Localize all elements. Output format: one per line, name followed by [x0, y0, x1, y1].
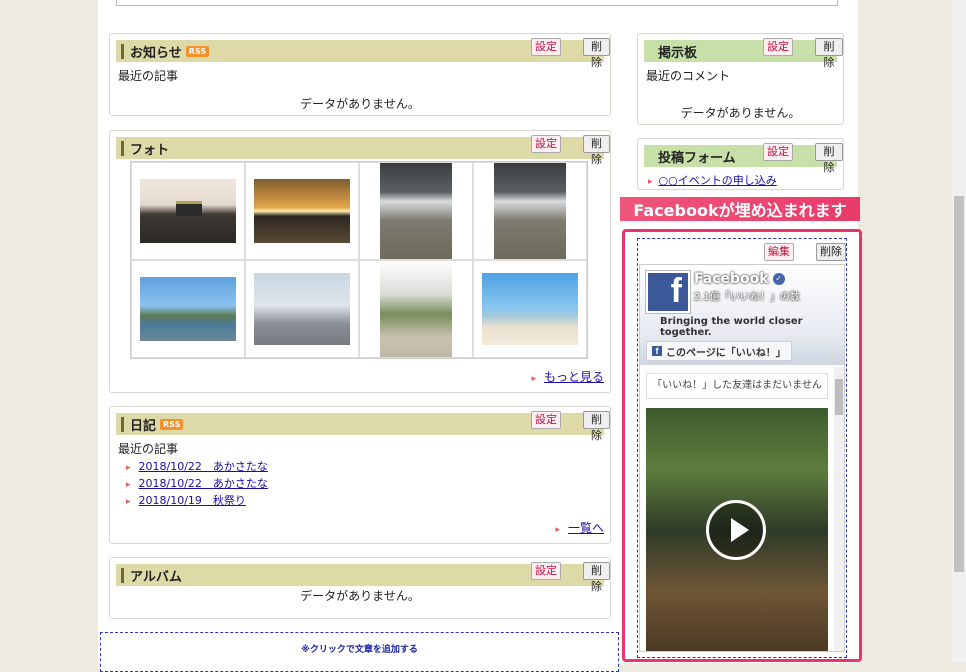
photo-thumbnail[interactable]: [254, 273, 350, 345]
top-box: [116, 0, 838, 6]
set-button[interactable]: 設定: [531, 135, 561, 153]
photo-thumbnail[interactable]: [140, 179, 236, 243]
photo-cell[interactable]: [245, 260, 359, 358]
diary-list: 2018/10/22 あかさたな 2018/10/22 あかさたな 2018/1…: [126, 459, 268, 510]
diary-link[interactable]: 2018/10/19 秋祭り: [139, 494, 246, 507]
photo-cell[interactable]: [359, 260, 473, 358]
header-bar: [121, 140, 124, 156]
header-bar: [121, 43, 124, 59]
photo-thumbnail[interactable]: [380, 261, 452, 357]
widget-title: 投稿フォーム: [658, 150, 736, 166]
facebook-logo-icon: f: [646, 271, 690, 313]
widget-album: アルバム 設定 削除 データがありません。: [109, 557, 611, 619]
delete-button[interactable]: 削除: [816, 243, 846, 261]
list-item: 2018/10/22 あかさたな: [126, 459, 268, 476]
facebook-page-plugin[interactable]: f Facebook ✓ 2.1億「いいね！」の数 Bringing the wo…: [639, 264, 845, 652]
widget-post-form: 投稿フォーム 設定 削除 ▸ ○○イベントの申し込み: [637, 138, 844, 190]
widget-title: お知らせ: [130, 45, 182, 61]
header-bar: [121, 416, 124, 432]
list-item: 2018/10/19 秋祭り: [126, 493, 268, 510]
facebook-scrollbar[interactable]: [834, 367, 844, 651]
photo-cell[interactable]: [473, 162, 587, 260]
empty-message: データがありません。: [300, 97, 420, 111]
widget-subtitle: 最近の記事: [118, 442, 179, 456]
header-bar: [121, 567, 124, 583]
photo-cell[interactable]: [359, 162, 473, 260]
facebook-tagline: Bringing the world closer together.: [660, 316, 803, 338]
set-button[interactable]: 設定: [763, 143, 793, 161]
set-button[interactable]: 設定: [531, 562, 561, 580]
widget-header: 投稿フォーム: [644, 145, 837, 167]
like-button-label: このページに「いいね！」: [666, 347, 786, 359]
widget-keijiban: 掲示板 設定 削除 最近のコメント データがありません。: [637, 33, 844, 125]
facebook-likes-count: 2.1億「いいね！」の数: [694, 292, 800, 303]
photo-cell[interactable]: [473, 260, 587, 358]
form-link[interactable]: ○○イベントの申し込み: [659, 174, 777, 187]
set-button[interactable]: 設定: [531, 411, 561, 429]
verified-icon: ✓: [772, 273, 785, 285]
facebook-icon: f: [652, 346, 662, 356]
annotation-label: Facebookが埋め込まれます: [620, 197, 860, 221]
photo-thumbnail[interactable]: [254, 179, 350, 243]
delete-button[interactable]: 削除: [583, 562, 610, 593]
set-button[interactable]: 設定: [763, 38, 793, 56]
delete-button[interactable]: 削除: [815, 38, 843, 69]
facebook-name-text: Facebook: [694, 271, 769, 287]
photo-cell[interactable]: [245, 162, 359, 260]
widget-subtitle: 最近の記事: [118, 69, 179, 83]
delete-button[interactable]: 削除: [583, 38, 610, 69]
list-item: 2018/10/22 あかさたな: [126, 476, 268, 493]
diary-link[interactable]: 2018/10/22 あかさたな: [139, 460, 268, 473]
rss-badge[interactable]: RSS: [185, 45, 210, 57]
widget-title: 掲示板: [658, 45, 698, 61]
scrollbar-thumb[interactable]: [835, 379, 843, 415]
empty-message: データがありません。: [300, 589, 420, 603]
empty-message: データがありません。: [680, 106, 801, 120]
delete-button[interactable]: 削除: [583, 135, 610, 166]
facebook-friends-box: 「いいね！」した友達はまだいません: [646, 373, 828, 399]
widget-title: フォト: [130, 142, 170, 158]
widget-diary: 日記 RSS 設定 削除 最近の記事 2018/10/22 あかさたな 2018…: [109, 406, 611, 544]
set-button[interactable]: 設定: [531, 38, 561, 56]
add-text-area[interactable]: ※クリックで文章を追加する: [100, 632, 619, 672]
photo-cell[interactable]: [131, 162, 245, 260]
widget-title: 日記: [130, 418, 157, 434]
form-link-row: ▸ ○○イベントの申し込み: [648, 172, 777, 188]
photo-thumbnail[interactable]: [482, 273, 578, 345]
facebook-page-name[interactable]: Facebook ✓: [694, 271, 785, 287]
photo-cell[interactable]: [131, 260, 245, 358]
facebook-video[interactable]: [646, 408, 828, 651]
photo-thumbnail[interactable]: [380, 163, 452, 259]
facebook-like-button[interactable]: f このページに「いいね！」: [646, 341, 792, 361]
widget-header: 掲示板: [644, 40, 837, 62]
facebook-highlight-frame: 編集 削除 f Facebook ✓ 2.1億「いいね！」の数 Bringing …: [622, 229, 862, 662]
play-icon[interactable]: [706, 500, 766, 560]
more-link[interactable]: もっと見る: [531, 368, 604, 385]
edit-button[interactable]: 編集: [764, 243, 794, 261]
diary-link[interactable]: 2018/10/22 あかさたな: [139, 477, 268, 490]
photo-grid: [130, 161, 588, 359]
delete-button[interactable]: 削除: [815, 143, 843, 174]
facebook-cover: f Facebook ✓ 2.1億「いいね！」の数 Bringing the wo…: [640, 265, 844, 365]
photo-thumbnail[interactable]: [140, 277, 236, 341]
widget-subtitle: 最近のコメント: [646, 69, 731, 83]
bullet-icon: ▸: [648, 177, 653, 187]
delete-button[interactable]: 削除: [583, 411, 610, 442]
rss-badge[interactable]: RSS: [160, 418, 184, 430]
widget-photo: フォト 設定 削除 もっと見る: [109, 130, 611, 393]
scrollbar-thumb[interactable]: [954, 196, 964, 572]
photo-thumbnail[interactable]: [494, 163, 566, 259]
list-link[interactable]: 一覧へ: [555, 519, 604, 536]
widget-title: アルバム: [130, 569, 182, 585]
page-scrollbar[interactable]: [952, 0, 966, 663]
widget-oshirase: お知らせ RSS 設定 削除 最近の記事 データがありません。: [109, 33, 611, 116]
